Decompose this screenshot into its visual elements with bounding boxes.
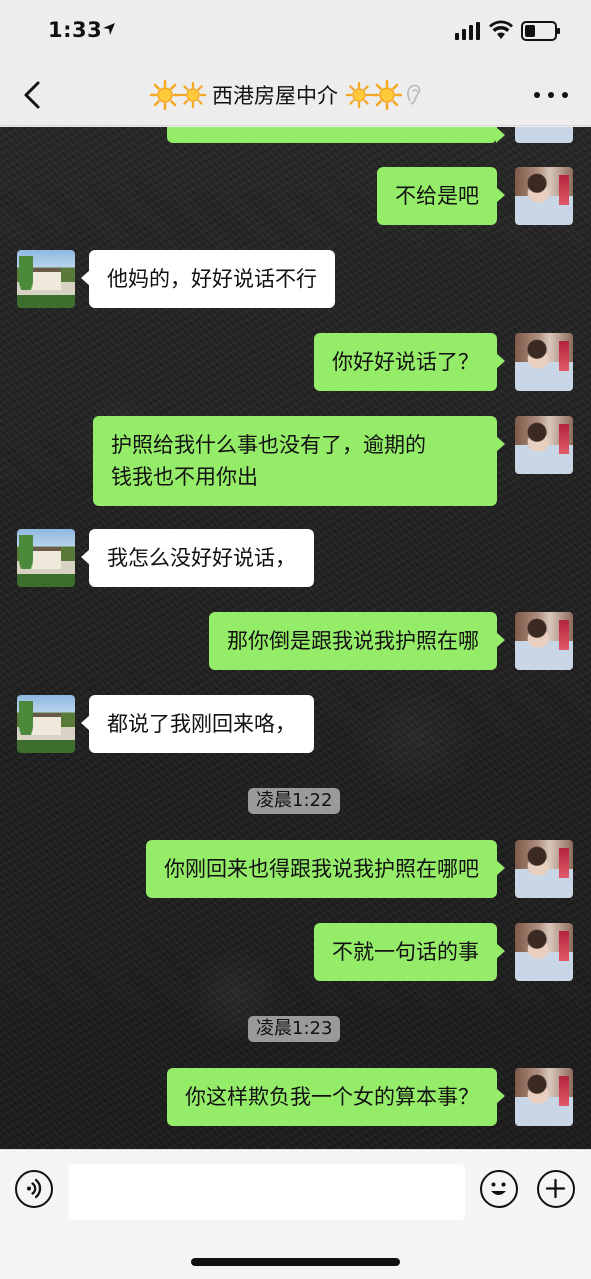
message-bubble-partial[interactable] <box>167 127 505 143</box>
message-line: 钱我也不用你出 <box>111 465 258 489</box>
voice-input-button[interactable] <box>15 1170 53 1208</box>
more-dots-icon[interactable] <box>534 84 568 106</box>
chat-header: 西港房屋中介 <box>0 64 591 126</box>
contact-avatar[interactable] <box>17 529 75 587</box>
location-arrow-icon <box>103 23 115 35</box>
message-bubble-received[interactable]: 他妈的，好好说话不行 <box>81 250 335 308</box>
message-bubble-sent[interactable]: 那你倒是跟我说我护照在哪 <box>209 612 505 670</box>
sun-emoji-icon <box>372 80 402 110</box>
sun-emoji-icon <box>180 82 206 108</box>
message-bubble-sent[interactable]: 你刚回来也得跟我说我护照在哪吧 <box>146 840 505 898</box>
chat-title-group: 西港房屋中介 <box>150 78 470 112</box>
smiley-face-icon <box>491 1182 506 1195</box>
my-avatar[interactable] <box>515 840 573 898</box>
emoji-button[interactable] <box>480 1170 518 1208</box>
more-functions-button[interactable] <box>537 1170 575 1208</box>
message-bubble-sent[interactable]: 你这样欺负我一个女的算本事？ <box>167 1068 505 1126</box>
message-bubble-sent[interactable]: 不就一句话的事 <box>314 923 505 981</box>
message-text-input[interactable] <box>69 1164 465 1220</box>
sun-emoji-icon <box>346 82 372 108</box>
message-bubble-sent[interactable]: 不给是吧 <box>377 167 505 225</box>
ear-icon <box>407 84 421 105</box>
my-avatar[interactable] <box>515 127 573 143</box>
wifi-icon <box>489 20 513 39</box>
status-bar: 1:33 <box>0 0 591 64</box>
contact-avatar[interactable] <box>17 250 75 308</box>
chat-title: 西港房屋中介 <box>212 84 338 108</box>
chat-message-list[interactable]: 不给是吧 他妈的，好好说话不行 你好好说话了？ 护照给我什么事也没有了，逾期的 … <box>0 127 591 1149</box>
sun-emoji-icon <box>150 80 180 110</box>
home-indicator[interactable] <box>191 1258 400 1266</box>
message-bubble-received[interactable]: 我怎么没好好说话， <box>81 529 314 587</box>
chevron-left-icon[interactable] <box>20 80 44 110</box>
message-bubble-sent[interactable]: 你好好说话了？ <box>314 333 505 391</box>
message-timestamp: 凌晨1:23 <box>248 1016 341 1042</box>
my-avatar[interactable] <box>515 416 573 474</box>
message-timestamp: 凌晨1:22 <box>248 788 341 814</box>
cellular-signal-icon <box>455 22 480 40</box>
message-line: 护照给我什么事也没有了，逾期的 <box>111 433 426 457</box>
battery-icon <box>521 21 560 41</box>
message-bubble-received[interactable]: 都说了我刚回来咯， <box>81 695 314 753</box>
my-avatar[interactable] <box>515 167 573 225</box>
my-avatar[interactable] <box>515 333 573 391</box>
status-time: 1:33 <box>48 18 103 42</box>
my-avatar[interactable] <box>515 612 573 670</box>
my-avatar[interactable] <box>515 1068 573 1126</box>
my-avatar[interactable] <box>515 923 573 981</box>
contact-avatar[interactable] <box>17 695 75 753</box>
message-bubble-sent[interactable]: 护照给我什么事也没有了，逾期的 钱我也不用你出 <box>93 416 505 506</box>
plus-icon <box>545 1178 566 1199</box>
voice-wave-icon <box>27 1178 42 1199</box>
